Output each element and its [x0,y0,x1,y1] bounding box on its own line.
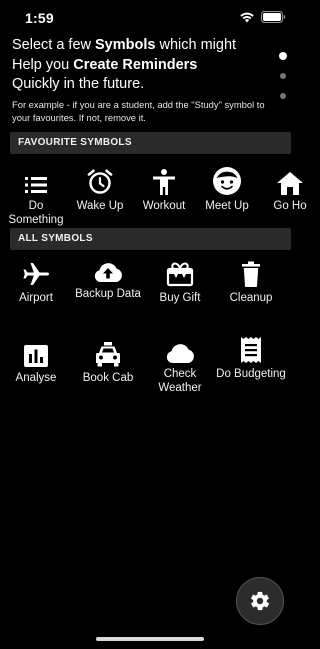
battery-icon [261,11,286,23]
trash-icon [242,261,260,287]
status-icons [239,11,286,23]
intro-line-1: Select a few Symbols which might [12,37,237,53]
symbol-label: Airport [19,292,53,304]
symbol-label: Book Cab [82,372,134,384]
intro-line-3: Quickly in the future. [12,76,145,92]
home-indicator[interactable] [96,637,204,641]
cloud-upload-icon [94,263,122,282]
settings-button[interactable] [236,577,284,625]
bar-chart-icon [24,345,48,367]
favourite-symbols-header: FAVOURITE SYMBOLS [10,132,291,154]
list-icon [25,177,47,193]
symbol-label: Analyse [15,372,57,384]
symbol-cleanup[interactable]: Cleanup [215,258,287,305]
symbol-go-home[interactable]: Go Ho [254,166,320,213]
symbol-wake-up[interactable]: Wake Up [64,166,136,213]
page-dot-2[interactable] [280,73,286,79]
symbol-book-cab[interactable]: Book Cab [72,338,144,385]
person-icon [153,169,175,195]
symbol-label: Do Something [8,200,64,226]
symbol-label: Workout [142,200,186,212]
symbol-label: Backup Data [75,288,141,300]
symbol-label: Do Budgeting [216,368,286,380]
page-indicator [278,52,288,113]
home-icon [277,172,303,195]
symbol-workout[interactable]: Workout [128,166,200,213]
all-symbols-header: ALL SYMBOLS [10,228,291,250]
symbol-label: Wake Up [76,200,124,212]
wifi-icon [240,12,254,23]
status-time: 1:59 [25,10,54,26]
symbol-label: Meet Up [205,200,249,212]
taxi-icon [96,342,120,367]
airplane-icon [23,263,49,285]
intro-line-2: Help you Create Reminders [12,56,198,73]
cloud-icon [166,344,194,363]
symbol-meet-up[interactable]: Meet Up [191,166,263,213]
symbol-do-budgeting[interactable]: Do Budgeting [215,334,287,381]
page-dot-1[interactable] [279,52,287,60]
gift-icon [166,262,194,287]
symbol-buy-gift[interactable]: Buy Gift [144,258,216,305]
symbol-label: Buy Gift [159,292,201,304]
symbol-label: Check Weather [158,368,202,394]
symbol-airport[interactable]: Airport [0,258,72,305]
symbol-analyse[interactable]: Analyse [0,338,72,385]
symbol-label: Cleanup [229,292,273,304]
page-dot-3[interactable] [280,93,286,99]
example-text: For example - if you are a student, add … [12,98,265,124]
gear-icon [251,591,270,611]
symbol-do-something[interactable]: Do Something [0,166,72,227]
symbol-backup-data[interactable]: Backup Data [72,254,144,301]
intro-text: Select a few Symbols which might Help yo… [12,36,274,125]
status-bar: 1:59 [0,0,300,36]
face-icon [213,167,241,195]
alarm-clock-icon [87,169,113,194]
symbol-label: Go Ho [273,200,307,212]
receipt-icon [241,337,261,363]
symbol-check-weather[interactable]: Check Weather [144,334,216,395]
